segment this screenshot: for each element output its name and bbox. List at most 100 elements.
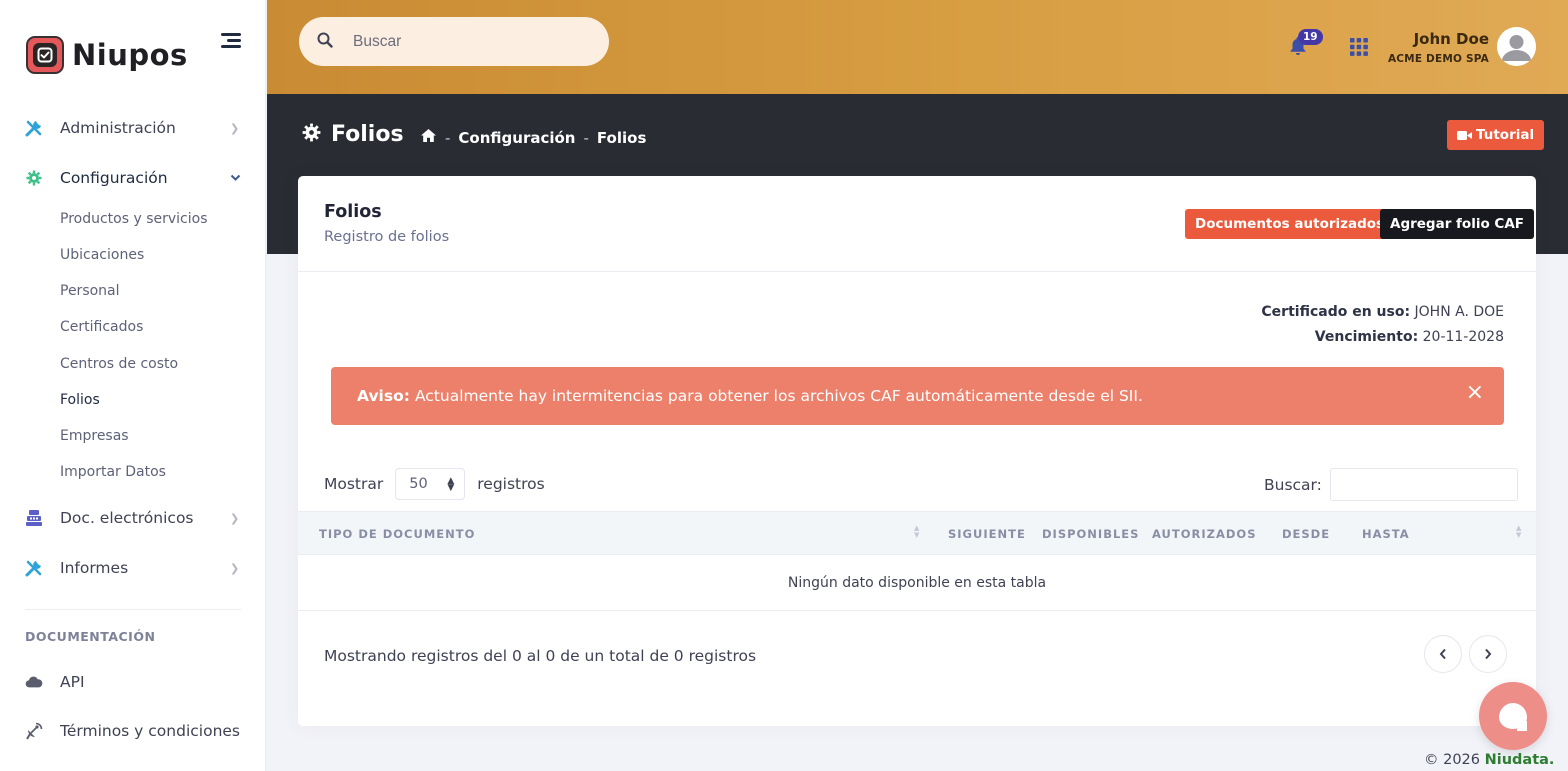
column-tipo-documento[interactable]: TIPO DE DOCUMENTO	[319, 527, 475, 541]
sidebar-item-label: Administración	[60, 119, 176, 137]
sidebar-subitem-ubicaciones[interactable]: Ubicaciones	[60, 247, 144, 263]
card-header: Folios Registro de folios Documentos aut…	[298, 176, 1536, 272]
gear-icon	[25, 169, 43, 187]
sidebar-item-label: API	[60, 673, 85, 691]
card-title: Folios	[324, 202, 382, 222]
home-icon[interactable]	[420, 128, 437, 147]
tutorial-button[interactable]: Tutorial	[1447, 120, 1545, 150]
sidebar-item-label: Informes	[60, 559, 129, 577]
sidebar-subitem-centros-costo[interactable]: Centros de costo	[60, 356, 178, 372]
certificate-value: JOHN A. DOE	[1414, 304, 1504, 320]
search-box[interactable]	[299, 17, 609, 66]
search-input[interactable]	[353, 29, 593, 55]
section-title: DOCUMENTACIÓN	[25, 629, 156, 644]
apps-grid-icon[interactable]	[1350, 38, 1368, 60]
table-info: Mostrando registros del 0 al 0 de un tot…	[324, 647, 757, 665]
card-subtitle: Registro de folios	[324, 229, 450, 245]
cash-register-icon	[25, 509, 43, 527]
table-empty-row: Ningún dato disponible en esta tabla	[298, 555, 1536, 611]
chevron-right-icon: ❯	[230, 561, 240, 575]
avatar[interactable]	[1497, 27, 1536, 66]
table-header: TIPO DE DOCUMENTO ▲ ▼ SIGUIENTE DISPONIBL…	[298, 511, 1536, 555]
chevron-right-icon	[1485, 648, 1492, 660]
footer: © 2026 Niudata.	[1424, 752, 1554, 768]
satellite-dish-icon	[25, 722, 43, 740]
column-disponibles[interactable]: DISPONIBLES	[1042, 527, 1139, 541]
folios-card: Folios Registro de folios Documentos aut…	[298, 176, 1536, 726]
sidebar-subitem-empresas[interactable]: Empresas	[60, 428, 129, 444]
expiry-value: 20-11-2028	[1422, 329, 1504, 345]
chat-bubble-button[interactable]	[1479, 682, 1547, 750]
close-icon[interactable]: ×	[1466, 382, 1484, 404]
search-icon	[317, 32, 333, 52]
tutorial-label: Tutorial	[1476, 127, 1535, 143]
alert-title: Aviso:	[357, 387, 410, 405]
chevron-down-icon	[230, 172, 241, 185]
sidebar-divider	[25, 609, 241, 610]
sidebar-item-informes[interactable]: Informes ❯	[0, 548, 266, 588]
breadcrumb-separator: -	[445, 128, 451, 147]
gear-icon	[302, 123, 321, 146]
user-name[interactable]: John Doe	[1414, 30, 1489, 48]
sidebar: Niupos Administración ❯ Configuración Pr…	[0, 0, 266, 771]
tools-icon	[25, 559, 43, 577]
table-length-control: Mostrar 50 ▲ ▼ registros	[324, 468, 545, 500]
pagination-previous-button[interactable]	[1424, 635, 1462, 673]
sidebar-subitem-certificados[interactable]: Certificados	[60, 319, 143, 335]
certificate-line: Certificado en uso: JOHN A. DOE	[1261, 304, 1504, 320]
video-camera-icon	[1457, 130, 1472, 141]
brand-name: Niupos	[72, 38, 188, 72]
page-length-select[interactable]: 50 ▲ ▼	[395, 468, 466, 500]
sidebar-item-administracion[interactable]: Administración ❯	[0, 108, 266, 148]
chevron-right-icon: ❯	[230, 511, 240, 525]
breadcrumb: - Configuración - Folios	[420, 128, 646, 147]
sidebar-item-label: Términos y condiciones	[60, 722, 241, 740]
brand-logo-icon	[26, 36, 64, 74]
filter-label: Buscar:	[1264, 475, 1322, 494]
sidebar-item-configuracion[interactable]: Configuración	[0, 158, 266, 198]
column-siguiente[interactable]: SIGUIENTE	[948, 527, 1026, 541]
page-length-value: 50	[409, 476, 428, 492]
certificate-label: Certificado en uso:	[1261, 304, 1411, 320]
alert-text: Actualmente hay intermitencias para obte…	[414, 387, 1143, 405]
column-autorizados[interactable]: AUTORIZADOS	[1152, 527, 1256, 541]
table-filter: Buscar:	[1264, 468, 1518, 501]
footer-copyright: © 2026	[1424, 752, 1481, 768]
brand[interactable]: Niupos	[26, 36, 188, 74]
sidebar-item-doc-electronicos[interactable]: Doc. electrónicos ❯	[0, 498, 266, 538]
sort-icon: ▲ ▼	[1516, 524, 1522, 539]
sidebar-subitem-productos[interactable]: Productos y servicios	[60, 211, 208, 227]
pagination-next-button[interactable]	[1469, 635, 1507, 673]
sidebar-item-terminos[interactable]: Términos y condiciones	[0, 711, 266, 751]
warning-alert: Aviso: Actualmente hay intermitencias pa…	[331, 367, 1504, 425]
agregar-folio-caf-button[interactable]: Agregar folio CAF	[1380, 209, 1535, 239]
chat-icon	[1499, 703, 1527, 731]
page-title: Folios	[331, 122, 404, 147]
breadcrumb-link-folios[interactable]: Folios	[597, 129, 646, 147]
breadcrumb-link-configuracion[interactable]: Configuración	[458, 129, 575, 147]
table-search-input[interactable]	[1329, 468, 1518, 501]
menu-toggle-icon[interactable]	[221, 33, 241, 51]
sort-arrows-icon: ▲ ▼	[447, 476, 455, 493]
sidebar-subitem-folios[interactable]: Folios	[60, 392, 100, 408]
column-hasta[interactable]: HASTA	[1362, 527, 1410, 541]
length-prefix: Mostrar	[324, 475, 384, 493]
sidebar-item-api[interactable]: API	[0, 662, 266, 702]
user-company: ACME DEMO SPA	[1387, 53, 1489, 65]
sidebar-subitem-personal[interactable]: Personal	[60, 283, 120, 299]
length-suffix: registros	[477, 475, 545, 493]
footer-company-link[interactable]: Niudata.	[1485, 752, 1555, 768]
sidebar-item-label: Configuración	[60, 169, 168, 187]
chevron-right-icon: ❯	[230, 121, 240, 135]
sort-icon: ▲ ▼	[914, 524, 920, 539]
sidebar-subitem-importar[interactable]: Importar Datos	[60, 464, 166, 480]
breadcrumb-separator: -	[583, 128, 589, 147]
column-desde[interactable]: DESDE	[1282, 527, 1330, 541]
cloud-icon	[25, 673, 43, 691]
topbar: 19 John Doe ACME DEMO SPA	[267, 0, 1568, 94]
documentos-autorizados-button[interactable]: Documentos autorizados	[1185, 209, 1395, 239]
page-title-wrap: Folios	[302, 122, 404, 147]
notification-badge: 19	[1298, 29, 1323, 45]
expiry-line: Vencimiento: 20-11-2028	[1315, 329, 1504, 345]
tools-icon	[25, 119, 43, 137]
